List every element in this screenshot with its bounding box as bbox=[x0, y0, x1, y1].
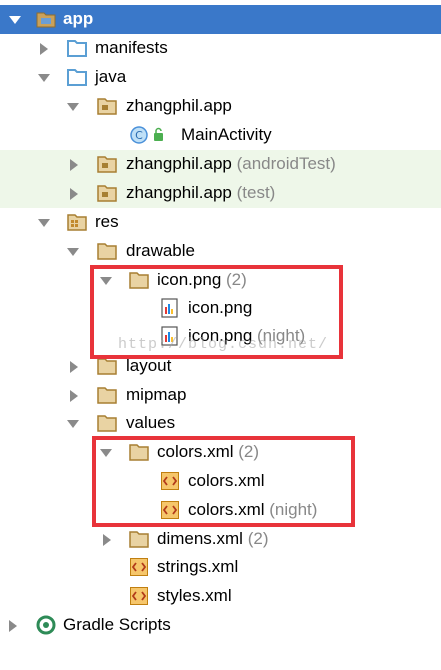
folder-icon bbox=[97, 387, 117, 404]
tree-node-package-test[interactable]: zhangphil.app (test) bbox=[0, 179, 441, 208]
package-icon bbox=[97, 185, 117, 202]
tree-node-drawable[interactable]: drawable bbox=[0, 237, 441, 266]
tree-node-values[interactable]: values bbox=[0, 409, 441, 438]
tree-node-label: styles.xml bbox=[157, 586, 232, 605]
tree-node-package-main[interactable]: zhangphil.app bbox=[0, 92, 441, 121]
tree-node-main-activity[interactable]: C MainActivity bbox=[0, 121, 441, 150]
expand-arrow-icon[interactable] bbox=[103, 534, 111, 546]
expand-arrow-icon[interactable] bbox=[70, 390, 78, 402]
expand-arrow-icon[interactable] bbox=[9, 16, 21, 24]
tree-node-package-android-test[interactable]: zhangphil.app (androidTest) bbox=[0, 150, 441, 179]
tree-node-label: res bbox=[95, 212, 119, 231]
tree-node-label: zhangphil.app (androidTest) bbox=[126, 154, 336, 173]
expand-arrow-icon[interactable] bbox=[67, 248, 79, 256]
tree-node-label: strings.xml bbox=[157, 557, 239, 576]
folder-icon bbox=[97, 415, 117, 432]
package-icon bbox=[97, 98, 117, 115]
tree-node-label: dimens.xml (2) bbox=[157, 529, 269, 548]
xml-file-icon bbox=[130, 587, 148, 605]
tree-node-manifests[interactable]: manifests bbox=[0, 34, 441, 63]
tree-node-label: mipmap bbox=[126, 385, 187, 404]
expand-arrow-icon[interactable] bbox=[9, 620, 17, 632]
expand-arrow-icon[interactable] bbox=[67, 103, 79, 111]
tree-node-label: MainActivity bbox=[181, 125, 272, 144]
module-folder-icon bbox=[36, 12, 56, 28]
class-icon: C bbox=[130, 126, 163, 144]
expand-arrow-icon[interactable] bbox=[40, 43, 48, 55]
source-set-suffix: (test) bbox=[236, 183, 276, 202]
resources-folder-icon bbox=[67, 214, 87, 231]
tree-node-label: zhangphil.app bbox=[126, 96, 232, 115]
file-count: (2) bbox=[247, 529, 269, 548]
expand-arrow-icon[interactable] bbox=[38, 74, 50, 82]
expand-arrow-icon[interactable] bbox=[70, 188, 78, 200]
tree-node-styles-xml[interactable]: styles.xml bbox=[0, 582, 441, 611]
folder-icon bbox=[67, 40, 87, 57]
tree-node-res[interactable]: res bbox=[0, 208, 441, 237]
expand-arrow-icon[interactable] bbox=[38, 219, 50, 227]
gradle-icon bbox=[36, 615, 56, 635]
tree-node-label: java bbox=[95, 67, 127, 86]
tree-node-label: values bbox=[126, 413, 176, 432]
tree-node-label: zhangphil.app (test) bbox=[126, 183, 276, 202]
tree-node-dimens-group[interactable]: dimens.xml (2) bbox=[0, 525, 441, 554]
highlight-box-colors-group bbox=[92, 436, 355, 527]
expand-arrow-icon[interactable] bbox=[67, 420, 79, 428]
tree-node-label: Gradle Scripts bbox=[63, 615, 171, 634]
tree-node-mipmap[interactable]: mipmap bbox=[0, 381, 441, 410]
folder-icon bbox=[97, 243, 117, 260]
tree-node-java[interactable]: java bbox=[0, 63, 441, 92]
tree-node-label: app bbox=[63, 9, 94, 28]
tree-node-strings-xml[interactable]: strings.xml bbox=[0, 553, 441, 582]
tree-node-app[interactable]: app bbox=[0, 5, 441, 34]
package-icon bbox=[97, 156, 117, 173]
xml-file-icon bbox=[130, 558, 148, 576]
tree-node-gradle-scripts[interactable]: Gradle Scripts bbox=[0, 611, 441, 640]
highlight-box-icon-group bbox=[90, 265, 343, 359]
tree-node-label: layout bbox=[126, 356, 172, 375]
source-set-suffix: (androidTest) bbox=[236, 154, 336, 173]
tree-node-label: drawable bbox=[126, 241, 195, 260]
svg-text:C: C bbox=[135, 129, 143, 142]
tree-node-label: manifests bbox=[95, 38, 168, 57]
expand-arrow-icon[interactable] bbox=[70, 361, 78, 373]
folder-icon bbox=[97, 358, 117, 375]
folder-icon bbox=[129, 531, 149, 548]
expand-arrow-icon[interactable] bbox=[70, 159, 78, 171]
source-folder-icon bbox=[67, 69, 87, 86]
